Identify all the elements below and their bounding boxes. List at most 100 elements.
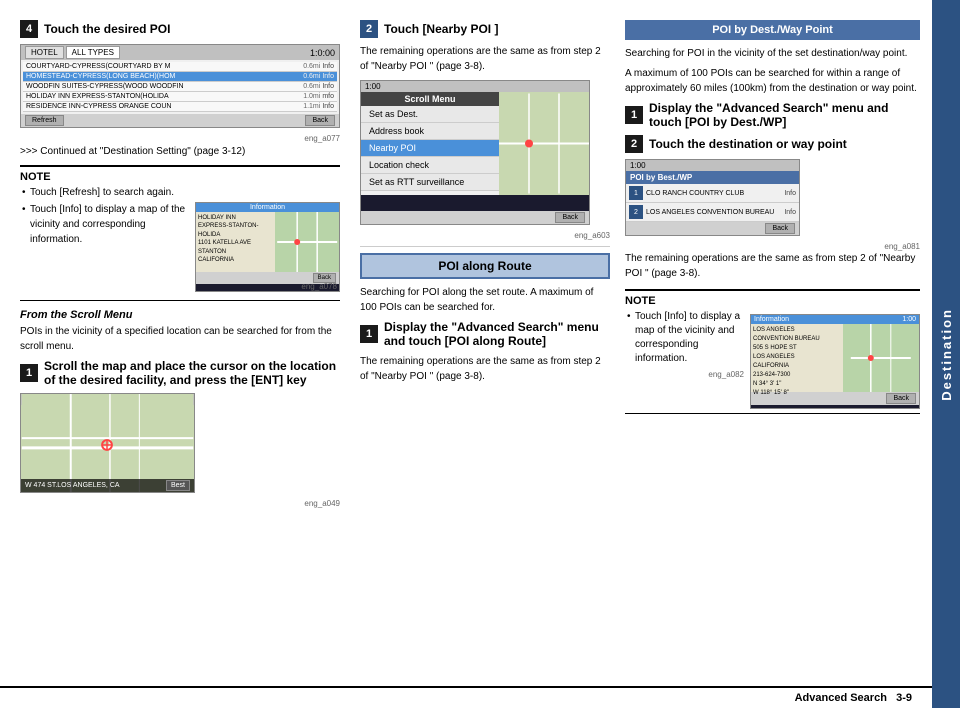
step2-title: Touch [Nearby POI ] <box>384 22 498 36</box>
sm-content: Scroll Menu Set as Dest. Address book Ne… <box>361 92 589 195</box>
screen-footer: Refresh Back <box>21 114 339 127</box>
sm-title: Scroll Menu <box>361 92 499 106</box>
table-row[interactable]: WOODFIN SUITES-CYPRESS(WOOD WOODFIN 0.6m… <box>23 82 337 92</box>
row-text: COURTYARD-CYPRESS(COURTYARD BY M <box>26 63 299 70</box>
screen-header: HOTEL ALL TYPES 1:0:00 <box>21 45 339 60</box>
table-row[interactable]: 1 CLO RANCH COUNTRY CLUB Info <box>626 184 799 203</box>
step1-along-desc: The remaining operations are the same as… <box>360 354 610 384</box>
sm-back-button[interactable]: Back <box>555 212 585 223</box>
row-text: WOODFIN SUITES-CYPRESS(WOOD WOODFIN <box>26 83 299 90</box>
step2-dest-badge: 2 <box>625 135 643 153</box>
note-item-info: Touch [Info] to display a map of the vic… <box>20 202 340 247</box>
sm-item-location-check[interactable]: Location check <box>361 157 499 174</box>
step2-dest-header: 2 Touch the destination or way point <box>625 135 920 153</box>
dest-info[interactable]: Info <box>784 209 796 216</box>
after-step2-text: The remaining operations are the same as… <box>625 251 920 281</box>
mid-column: 2 Touch [Nearby POI ] The remaining oper… <box>360 20 625 688</box>
row-dist: 0.6mi <box>303 73 320 80</box>
note-right-item: Touch [Info] to display a map of the vic… <box>625 310 920 366</box>
note-with-info: Information HOLIDAY INN EXPRESS-STANTON-… <box>20 202 340 296</box>
sm-item-nearby-poi[interactable]: Nearby POI <box>361 140 499 157</box>
separator-1 <box>360 246 610 247</box>
row-number: 2 <box>629 205 643 219</box>
row-info[interactable]: Info <box>322 63 334 70</box>
dest-info[interactable]: Info <box>784 190 796 197</box>
dest-name: LOS ANGELES CONVENTION BUREAU <box>646 209 784 216</box>
destination-tab: Destination <box>932 0 960 708</box>
step1-dest-title: Display the "Advanced Search" menu and t… <box>649 101 920 129</box>
step2-dest-title: Touch the destination or way point <box>649 137 847 151</box>
step4-title: Touch the desired POI <box>44 22 170 36</box>
step1-along-badge: 1 <box>360 325 378 343</box>
left-column: 4 Touch the desired POI HOTEL ALL TYPES … <box>20 20 360 688</box>
step1-dest-badge: 1 <box>625 106 643 124</box>
sm-map-svg <box>499 92 589 195</box>
tab-all-types[interactable]: ALL TYPES <box>66 46 120 59</box>
step1-scroll-badge: 1 <box>20 364 38 382</box>
dest-screen: 1:00 POI by Best./WP 1 CLO RANCH COUNTRY… <box>625 159 800 236</box>
scroll-menu-screen: 1:00 Scroll Menu Set as Dest. Address bo… <box>360 80 590 225</box>
continued-text: >>> Continued at "Destination Setting" (… <box>20 146 340 157</box>
step1-along-header: 1 Display the "Advanced Search" menu and… <box>360 320 610 348</box>
step1-scroll-title: Scroll the map and place the cursor on t… <box>44 359 340 387</box>
poi-dest-box: POI by Dest./Way Point <box>625 20 920 40</box>
note-section: NOTE Touch [Refresh] to search again. In… <box>20 165 340 301</box>
row-dist: 1.0mi <box>303 93 320 100</box>
note-right-title: NOTE <box>625 295 920 307</box>
sm-item-rtt[interactable]: Set as RTT surveillance <box>361 174 499 191</box>
dest-screen-time: 1:00 <box>630 161 646 170</box>
poi-along-description: Searching for POI along the set route. A… <box>360 285 610 315</box>
info-box-label: eng_a078 <box>301 282 337 291</box>
right-column: POI by Dest./Way Point Searching for POI… <box>625 20 920 688</box>
row-number: 1 <box>629 186 643 200</box>
map-best-button[interactable]: Best <box>166 480 190 491</box>
note-right-with-img: Information 1:00 LOS ANGELES CONVENTION … <box>625 310 920 409</box>
poi-dest-desc1: Searching for POI in the vicinity of the… <box>625 46 920 61</box>
row-text: HOMESTEAD-CYPRESS(LONG BEACH)(HOM <box>26 73 299 80</box>
sm-item-set-dest[interactable]: Set as Dest. <box>361 106 499 123</box>
info-list-item: STANTON <box>198 248 273 256</box>
ibr-list-item: N 34° 3' 1" <box>753 380 841 389</box>
note-title: NOTE <box>20 171 340 183</box>
screen-time: 1:0:00 <box>310 48 335 58</box>
dest-screen-title: POI by Best./WP <box>626 171 799 184</box>
sm-footer: Back <box>361 211 589 224</box>
ibr-back-button[interactable]: Back <box>886 393 916 404</box>
step4-header: 4 Touch the desired POI <box>20 20 340 38</box>
poi-dest-desc2: A maximum of 100 POIs can be searched fo… <box>625 66 920 96</box>
row-info[interactable]: Info <box>322 103 334 110</box>
row-info[interactable]: Info <box>322 73 334 80</box>
tab-hotel[interactable]: HOTEL <box>25 46 64 59</box>
refresh-button[interactable]: Refresh <box>25 115 64 126</box>
info-list-item: CALIFORNIA <box>198 256 273 264</box>
table-row[interactable]: HOMESTEAD-CYPRESS(LONG BEACH)(HOM 0.6mi … <box>23 72 337 82</box>
tab-label: Destination <box>939 308 954 401</box>
row-info[interactable]: Info <box>322 83 334 90</box>
row-dist: 1.1mi <box>303 103 320 110</box>
row-dist: 0.6mi <box>303 83 320 90</box>
sm-items: Set as Dest. Address book Nearby POI Loc… <box>361 106 499 191</box>
sm-screen-label: eng_a603 <box>360 231 610 240</box>
sm-item-address-book[interactable]: Address book <box>361 123 499 140</box>
screen-label: eng_a077 <box>20 134 340 143</box>
sm-menu-panel: Scroll Menu Set as Dest. Address book Ne… <box>361 92 499 195</box>
table-row[interactable]: HOLIDAY INN EXPRESS-STANTON(HOLIDA 1.0mi… <box>23 92 337 102</box>
map-overlay-svg <box>21 394 194 492</box>
step1-along-title: Display the "Advanced Search" menu and t… <box>384 320 610 348</box>
dest-footer: Back <box>626 222 799 235</box>
table-row[interactable]: RESIDENCE INN-CYPRESS ORANGE COUN 1.1mi … <box>23 102 337 112</box>
back-button[interactable]: Back <box>305 115 335 126</box>
table-row[interactable]: 2 LOS ANGELES CONVENTION BUREAU Info <box>626 203 799 222</box>
table-row[interactable]: COURTYARD-CYPRESS(COURTYARD BY M 0.6mi I… <box>23 62 337 72</box>
row-info[interactable]: mfo <box>322 93 334 100</box>
map-address: W 474 ST.LOS ANGELES, CA <box>25 482 120 489</box>
map-screen: 1:0:00 R <box>20 393 195 493</box>
row-dist: 0.6mi <box>303 63 320 70</box>
map-overlay <box>21 394 194 492</box>
dest-back-button[interactable]: Back <box>765 223 795 234</box>
dest-screen-header: 1:00 <box>626 160 799 171</box>
scroll-menu-title: From the Scroll Menu <box>20 309 340 321</box>
poi-along-box: POI along Route <box>360 253 610 279</box>
step2-header: 2 Touch [Nearby POI ] <box>360 20 610 38</box>
sm-map-panel <box>499 92 589 195</box>
